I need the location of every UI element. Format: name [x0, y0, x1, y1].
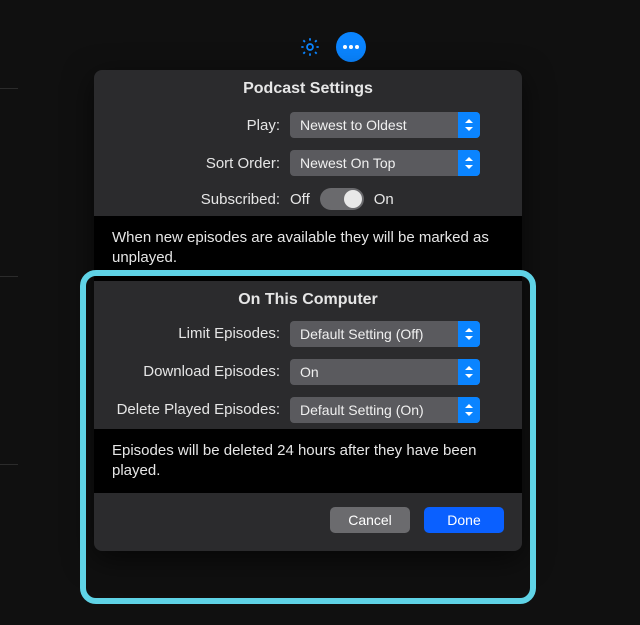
delete-played-select[interactable]: Default Setting (On) — [290, 397, 480, 423]
stepper-icon — [458, 359, 480, 385]
delete-played-select-value: Default Setting (On) — [300, 402, 424, 418]
download-episodes-select-value: On — [300, 364, 319, 380]
subscribed-toggle[interactable] — [320, 188, 364, 210]
done-button[interactable]: Done — [424, 507, 504, 533]
panel-title: Podcast Settings — [94, 70, 522, 106]
section-title-computer: On This Computer — [94, 281, 522, 315]
stepper-icon — [458, 112, 480, 138]
toggle-off-label: Off — [290, 191, 310, 208]
stepper-icon — [458, 150, 480, 176]
play-select[interactable]: Newest to Oldest — [290, 112, 480, 138]
limit-episodes-label: Limit Episodes: — [110, 325, 280, 342]
toggle-knob — [344, 190, 362, 208]
settings-gear-icon[interactable] — [296, 33, 324, 61]
more-options-button[interactable] — [336, 32, 366, 62]
toggle-on-label: On — [374, 191, 394, 208]
sort-order-select-value: Newest On Top — [300, 155, 395, 171]
info-text-2: Episodes will be deleted 24 hours after … — [94, 429, 522, 494]
cancel-button[interactable]: Cancel — [330, 507, 410, 533]
stepper-icon — [458, 397, 480, 423]
play-select-value: Newest to Oldest — [300, 117, 407, 133]
stepper-icon — [458, 321, 480, 347]
download-episodes-label: Download Episodes: — [110, 363, 280, 380]
download-episodes-select[interactable]: On — [290, 359, 480, 385]
limit-episodes-select-value: Default Setting (Off) — [300, 326, 423, 342]
sort-order-label: Sort Order: — [110, 155, 280, 172]
limit-episodes-select[interactable]: Default Setting (Off) — [290, 321, 480, 347]
play-label: Play: — [110, 117, 280, 134]
info-text-1: When new episodes are available they wil… — [94, 216, 522, 281]
delete-played-label: Delete Played Episodes: — [110, 401, 280, 418]
sort-order-select[interactable]: Newest On Top — [290, 150, 480, 176]
subscribed-label: Subscribed: — [110, 191, 280, 208]
podcast-settings-panel: Podcast Settings Play: Newest to Oldest … — [94, 70, 522, 551]
